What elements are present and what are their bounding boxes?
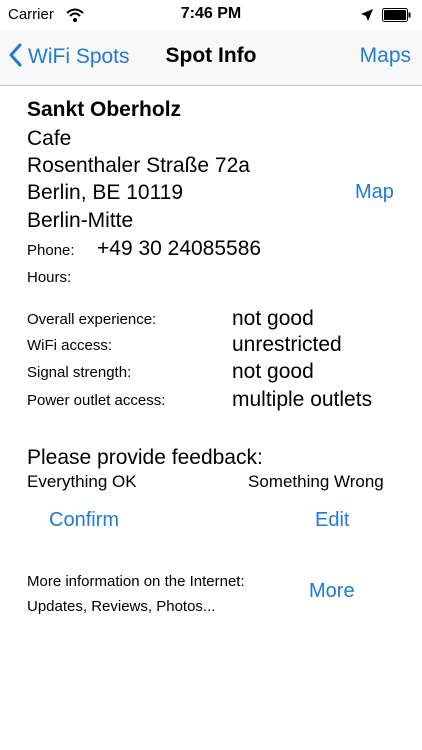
everything-ok-label: Everything OK	[27, 472, 137, 491]
spot-city-line: Berlin, BE 10119	[27, 181, 184, 204]
rating-value: multiple outlets	[232, 388, 373, 411]
rating-value: not good	[232, 307, 314, 330]
phone-label: Phone:	[27, 242, 75, 259]
hours-label: Hours:	[27, 269, 72, 286]
navigation-bar: WiFi Spots Spot Info Maps	[0, 30, 422, 86]
spot-category: Cafe	[27, 127, 72, 150]
location-arrow-icon	[361, 8, 373, 26]
rating-label: Overall experience:	[27, 311, 157, 328]
confirm-button[interactable]: Confirm	[49, 509, 119, 532]
status-time: 7:46 PM	[180, 5, 242, 22]
something-wrong-label: Something Wrong	[248, 472, 384, 491]
rating-label: Power outlet access:	[27, 392, 166, 409]
edit-button[interactable]: Edit	[315, 509, 349, 532]
rating-value: not good	[232, 360, 314, 383]
feedback-prompt: Please provide feedback:	[27, 446, 263, 469]
rating-label: WiFi access:	[27, 337, 113, 354]
spot-district: Berlin-Mitte	[27, 209, 134, 232]
rating-value: unrestricted	[232, 333, 342, 356]
maps-button[interactable]: Maps	[360, 44, 411, 68]
map-link[interactable]: Map	[355, 181, 394, 204]
spot-street: Rosenthaler Straße 72a	[27, 154, 250, 177]
more-info-line1: More information on the Internet:	[27, 573, 245, 590]
spot-name: Sankt Oberholz	[27, 98, 182, 121]
battery-icon	[382, 8, 412, 27]
more-info-line2: Updates, Reviews, Photos...	[27, 598, 216, 615]
rating-label: Signal strength:	[27, 364, 132, 381]
more-button[interactable]: More	[309, 580, 355, 603]
status-bar: Carrier 7:46 PM	[0, 0, 422, 30]
phone-number[interactable]: +49 30 24085586	[97, 237, 261, 261]
